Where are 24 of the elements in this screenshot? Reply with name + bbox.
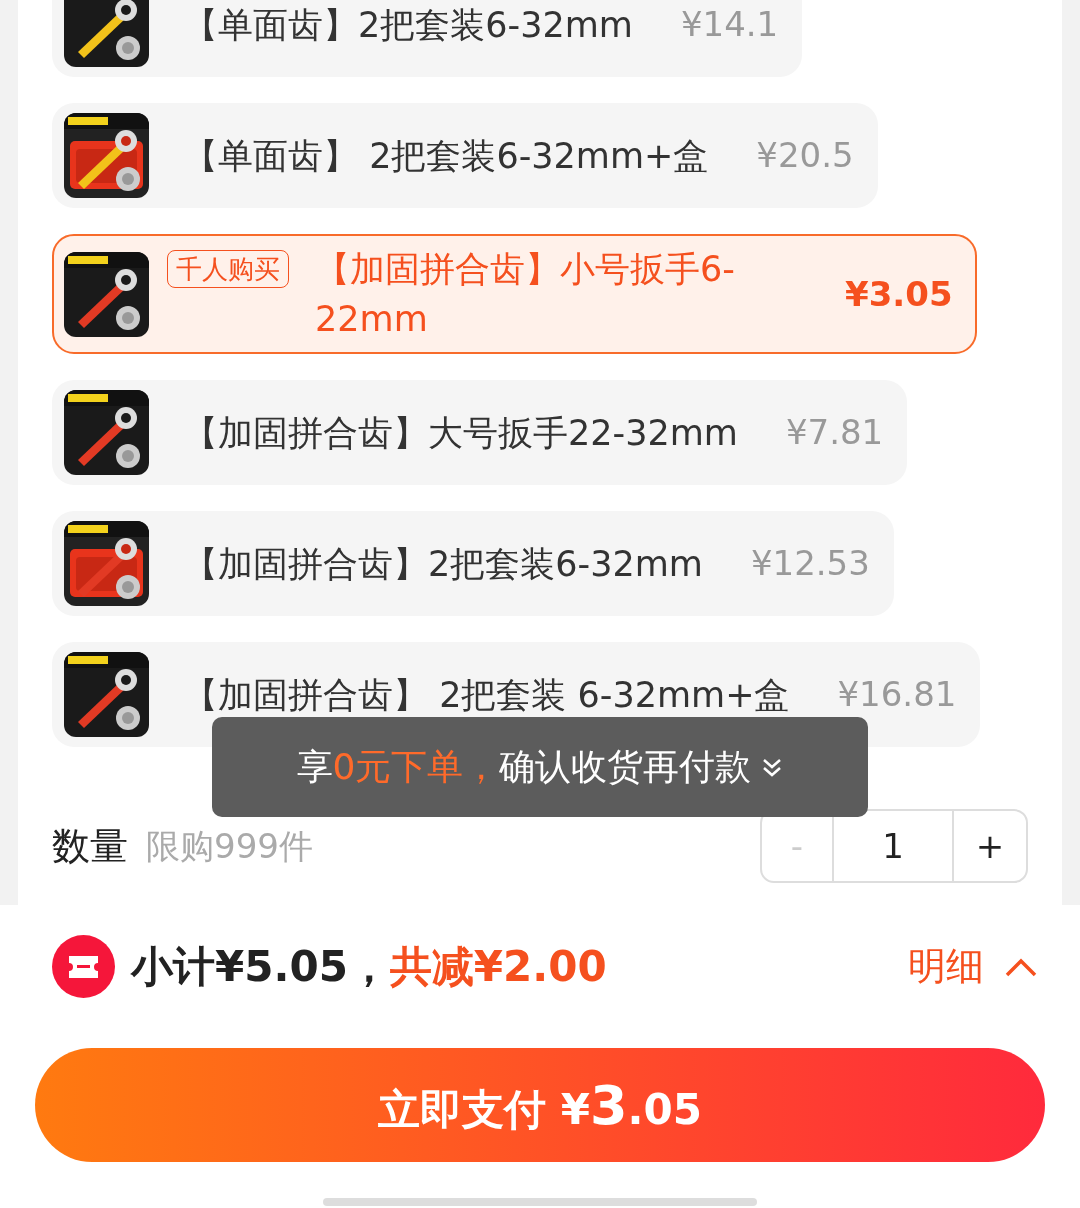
option-title: 【单面齿】2把套装6-32mm: [183, 4, 633, 45]
tooltip-text: 享0元下单，确认收货再付款: [296, 745, 752, 789]
option-item[interactable]: 【单面齿】2把套装6-32mm ¥14.1: [52, 0, 803, 77]
option-price: ¥14.1: [680, 3, 779, 46]
option-price: ¥16.81: [837, 673, 957, 716]
option-price: ¥20.5: [756, 134, 854, 177]
option-price: ¥12.53: [750, 542, 870, 585]
option-item[interactable]: 【加固拼合齿】2把套装6-32mm ¥12.53: [52, 511, 894, 616]
option-title: 【加固拼合齿】小号扳手6-22mm: [315, 248, 736, 341]
option-item[interactable]: 【加固拼合齿】大号扳手22-32mm ¥7.81: [52, 380, 908, 485]
option-item[interactable]: 【单面齿】 2把套装6-32mm+盒 ¥20.5: [52, 103, 878, 208]
subtotal-text: 小计¥5.05，: [131, 941, 390, 993]
purchase-limit: 限购999件: [146, 824, 313, 868]
option-price: ¥3.05: [845, 272, 953, 316]
option-title: 【加固拼合齿】2把套装6-32mm: [183, 543, 703, 584]
option-title: 【加固拼合齿】 2把套装 6-32mm+盒: [183, 674, 790, 715]
option-price: ¥7.81: [785, 411, 884, 454]
coupon-icon: [52, 935, 115, 998]
discount-text: 共减¥2.00: [389, 941, 607, 993]
option-title: 【单面齿】 2把套装6-32mm+盒: [183, 135, 709, 176]
plus-button[interactable]: +: [954, 811, 1026, 881]
option-title: 【加固拼合齿】大号扳手22-32mm: [183, 412, 738, 453]
popular-badge: 千人购买: [167, 250, 289, 288]
quantity-label: 数量: [52, 822, 128, 870]
